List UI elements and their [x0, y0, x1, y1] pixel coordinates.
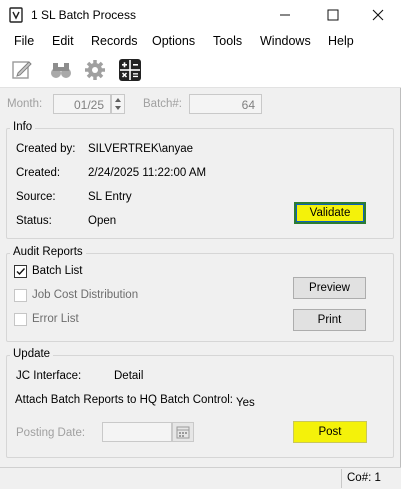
audit-reports-group-title: Audit Reports	[10, 246, 86, 258]
preview-button[interactable]: Preview	[293, 277, 366, 299]
menu-records[interactable]: Records	[91, 34, 138, 48]
jc-interface-value: Detail	[114, 370, 144, 382]
calendar-icon	[176, 426, 190, 439]
info-group-title: Info	[10, 121, 36, 133]
batch-label: Batch#:	[143, 98, 182, 110]
menu-help[interactable]: Help	[328, 34, 354, 48]
attach-batch-reports-value: Yes	[236, 397, 255, 409]
app-icon	[9, 7, 23, 23]
close-icon	[372, 9, 384, 21]
created-by-label: Created by:	[16, 143, 76, 155]
month-field[interactable]: 01/25	[53, 94, 111, 114]
maximize-button[interactable]	[310, 0, 356, 30]
info-group: Info Created by: SILVERTREK\anyae Create…	[6, 121, 394, 239]
menu-windows[interactable]: Windows	[260, 34, 311, 48]
edit-icon[interactable]	[10, 58, 34, 82]
minimize-button[interactable]	[262, 0, 308, 30]
job-cost-distribution-checkbox[interactable]	[14, 289, 27, 302]
update-group: Update JC Interface: Detail Attach Batch…	[6, 348, 394, 458]
checkmark-icon	[16, 268, 26, 276]
source-value: SL Entry	[88, 191, 132, 203]
created-by-value: SILVERTREK\anyae	[88, 143, 194, 155]
calendar-button[interactable]	[172, 422, 194, 442]
validate-button[interactable]: Validate	[294, 202, 366, 224]
minimize-icon	[280, 14, 290, 16]
window-title: 1 SL Batch Process	[31, 8, 136, 22]
spinner-down-icon[interactable]	[112, 104, 124, 113]
created-value: 2/24/2025 11:22:00 AM	[88, 167, 207, 179]
batch-list-label[interactable]: Batch List	[32, 265, 83, 277]
batch-list-checkbox[interactable]	[14, 265, 27, 278]
menu-options[interactable]: Options	[152, 34, 195, 48]
status-divider	[341, 469, 342, 488]
source-label: Source:	[16, 191, 56, 203]
spinner-up-icon[interactable]	[112, 95, 124, 104]
batch-header-row: Month: 01/25 Batch#: 64	[0, 88, 401, 120]
post-button[interactable]: Post	[293, 421, 367, 443]
print-button[interactable]: Print	[293, 309, 366, 331]
attach-batch-reports-label: Attach Batch Reports to HQ Batch Control…	[15, 394, 233, 406]
menu-edit[interactable]: Edit	[52, 34, 74, 48]
binoculars-icon[interactable]	[49, 58, 73, 82]
audit-reports-group: Audit Reports Batch List Job Cost Distri…	[6, 246, 394, 342]
menu-bar: File Edit Records Options Tools Windows …	[0, 30, 401, 52]
month-spinner[interactable]	[111, 94, 125, 114]
update-group-title: Update	[10, 348, 54, 360]
batch-number-field[interactable]: 64	[189, 94, 262, 114]
toolbar	[0, 52, 401, 88]
posting-date-field[interactable]	[102, 422, 172, 442]
error-list-label[interactable]: Error List	[32, 313, 79, 325]
title-bar: 1 SL Batch Process	[0, 0, 401, 30]
sl-batch-process-window: 1 SL Batch Process File Edit Records Opt…	[0, 0, 401, 489]
menu-tools[interactable]: Tools	[213, 34, 242, 48]
company-number: Co#: 1	[347, 472, 381, 484]
maximize-icon	[327, 9, 339, 21]
status-label: Status:	[16, 215, 52, 227]
close-button[interactable]	[355, 0, 401, 30]
status-value: Open	[88, 215, 117, 227]
created-label: Created:	[16, 167, 61, 179]
job-cost-distribution-label[interactable]: Job Cost Distribution	[32, 289, 138, 301]
month-label: Month:	[7, 98, 43, 110]
jc-interface-label: JC Interface:	[16, 370, 82, 382]
gear-icon[interactable]	[83, 58, 107, 82]
posting-date-label: Posting Date:	[16, 427, 86, 439]
menu-file[interactable]: File	[14, 34, 34, 48]
calculator-icon[interactable]	[118, 58, 142, 82]
error-list-checkbox[interactable]	[14, 313, 27, 326]
status-bar: Co#: 1	[0, 467, 401, 489]
